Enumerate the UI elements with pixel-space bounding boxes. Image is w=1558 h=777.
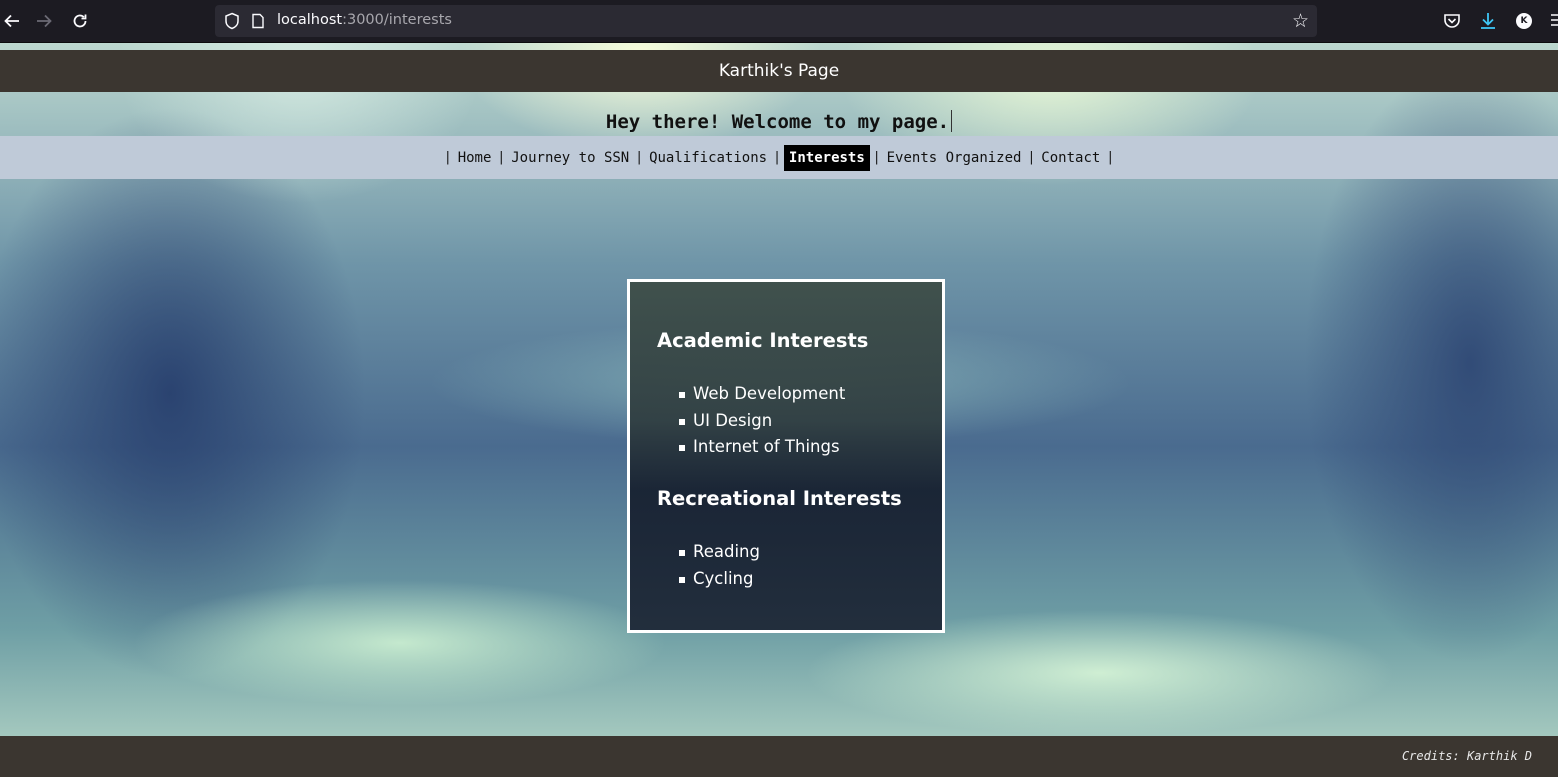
shield-icon[interactable] (223, 12, 241, 30)
bookmark-star-icon[interactable]: ☆ (1292, 11, 1309, 31)
interests-card: Academic Interests Web Development UI De… (627, 279, 945, 633)
nav-item-qualifications[interactable]: Qualifications (646, 146, 770, 170)
page-icon (252, 13, 264, 29)
welcome-text: Hey there! Welcome to my page. (605, 111, 950, 133)
nav-separator: | (773, 150, 781, 165)
reload-icon[interactable] (68, 9, 92, 33)
credits-text: Credits: Karthik D (1401, 749, 1532, 763)
list-item: Web Development (676, 381, 845, 408)
nav-separator: | (1106, 150, 1115, 165)
nav-item-contact[interactable]: Contact (1038, 146, 1103, 170)
list-item: Reading (676, 539, 760, 566)
menu-icon[interactable] (1549, 13, 1558, 27)
welcome-heading: Hey there! Welcome to my page. (0, 110, 1558, 133)
nav-item-interests[interactable]: Interests (783, 144, 870, 171)
list-item: Cycling (676, 566, 760, 593)
main-nav: | Home | Journey to SSN | Qualifications… (0, 136, 1558, 179)
page-viewport: Karthik's Page Hey there! Welcome to my … (0, 43, 1558, 777)
nav-item-journey-to-ssn[interactable]: Journey to SSN (508, 146, 632, 170)
list-item: UI Design (676, 408, 845, 435)
recreational-interests-list: Reading Cycling (676, 539, 760, 592)
back-icon[interactable] (0, 9, 24, 33)
list-item: Internet of Things (676, 434, 845, 461)
nav-item-home[interactable]: Home (455, 146, 495, 170)
recreational-interests-heading: Recreational Interests (657, 487, 902, 510)
site-title: Karthik's Page (718, 61, 840, 81)
forward-icon[interactable] (32, 9, 56, 33)
site-header: Karthik's Page (0, 50, 1558, 92)
address-bar[interactable]: localhost:3000/interests ☆ (215, 5, 1317, 37)
url-text[interactable]: localhost:3000/interests (277, 12, 452, 28)
url-path: :3000/interests (342, 12, 452, 28)
academic-interests-list: Web Development UI Design Internet of Th… (676, 381, 845, 461)
academic-interests-heading: Academic Interests (657, 329, 869, 352)
nav-separator: | (635, 150, 644, 165)
pocket-icon[interactable] (1442, 11, 1462, 31)
nav-separator: | (1027, 150, 1036, 165)
download-icon[interactable] (1478, 11, 1498, 31)
site-footer: Credits: Karthik D (0, 736, 1558, 777)
nav-separator: | (872, 150, 881, 165)
text-caret (951, 110, 953, 132)
account-avatar[interactable]: K (1516, 13, 1532, 29)
nav-item-events-organized[interactable]: Events Organized (884, 146, 1025, 170)
url-host: localhost (277, 12, 343, 28)
nav-separator: | (443, 150, 452, 165)
nav-separator: | (497, 150, 506, 165)
browser-toolbar: localhost:3000/interests ☆ K (0, 0, 1558, 43)
